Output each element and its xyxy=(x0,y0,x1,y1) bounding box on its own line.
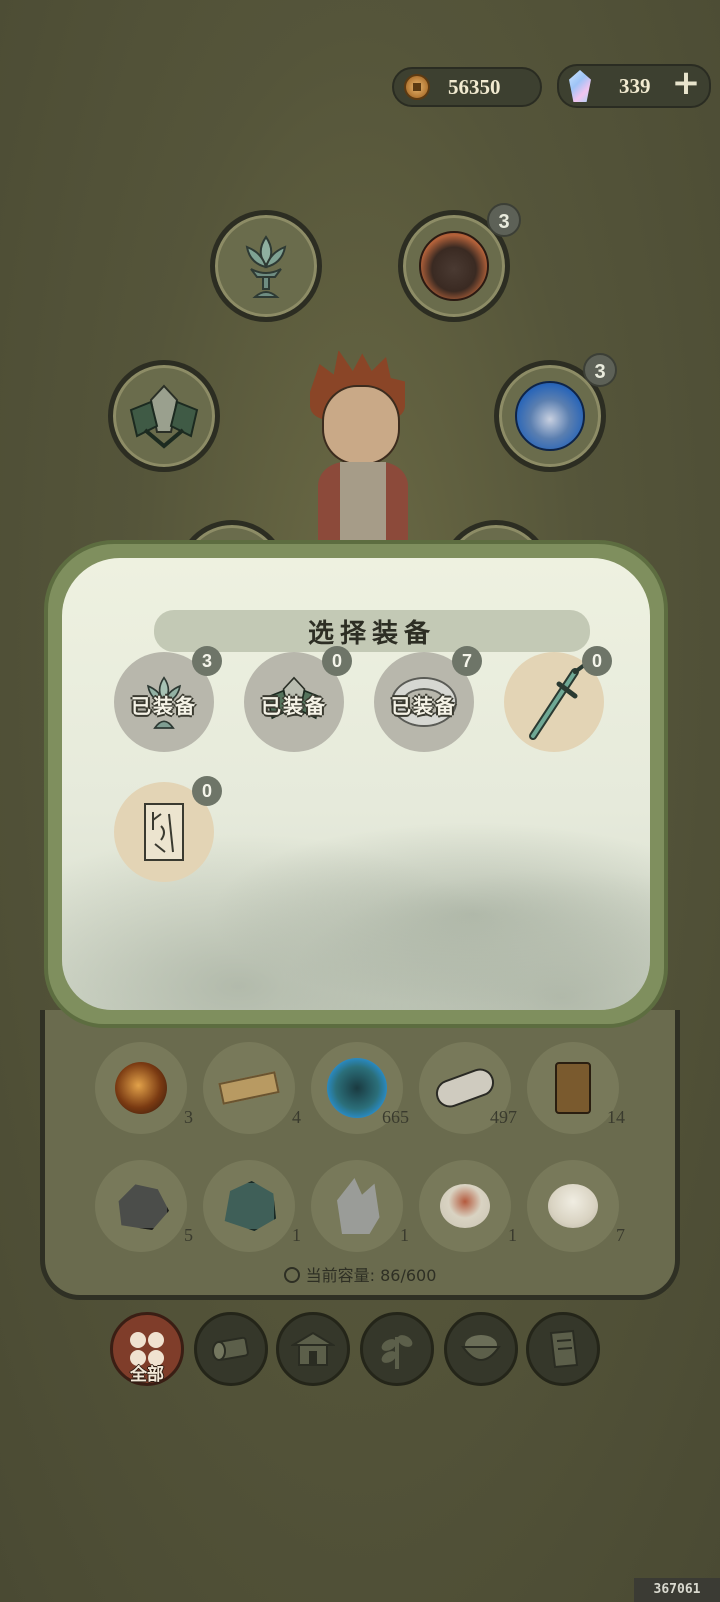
inventory-item[interactable]: 497 xyxy=(419,1042,517,1134)
gem-counter: 339 + xyxy=(557,64,711,108)
modal-body: 选择装备 已装备 3 已装备 0 已装备 7 0 0 xyxy=(62,558,650,1010)
slot-count-badge: 3 xyxy=(487,203,521,237)
item-count-badge: 7 xyxy=(452,646,482,676)
equipped-label: 已装备 xyxy=(391,694,457,718)
item-count: 3 xyxy=(184,1107,193,1127)
equip-slot-monster[interactable]: 3 xyxy=(398,203,521,322)
build-id: 367061 xyxy=(634,1578,720,1602)
item-count: 14 xyxy=(607,1107,625,1127)
slot-count-badge: 3 xyxy=(583,353,617,387)
equip-slot-lotus-lamp[interactable] xyxy=(210,210,322,322)
coin-icon xyxy=(404,74,430,100)
item-count-badge: 0 xyxy=(582,646,612,676)
item-count: 1 xyxy=(400,1225,409,1245)
crystal-ore-icon xyxy=(337,1178,380,1234)
tab-all[interactable]: 全部 xyxy=(110,1312,184,1386)
tab-buildings[interactable] xyxy=(276,1312,350,1386)
inventory-item[interactable]: 14 xyxy=(527,1042,625,1134)
wood-planks-icon xyxy=(218,1071,280,1105)
inventory-item[interactable]: 1 xyxy=(203,1160,301,1252)
item-count: 5 xyxy=(184,1225,193,1245)
meat-dumpling-icon xyxy=(440,1184,490,1228)
item-count: 1 xyxy=(292,1225,301,1245)
character-face xyxy=(322,385,400,465)
rice-dumpling-icon xyxy=(548,1184,598,1228)
jade-ore-icon xyxy=(224,1181,276,1231)
leaf-armor-icon xyxy=(129,384,199,449)
equipment-item-leaf-armor[interactable]: 已装备 0 xyxy=(244,646,352,752)
stone-bar-icon xyxy=(432,1064,498,1112)
gem-icon xyxy=(569,70,591,102)
item-count: 665 xyxy=(382,1107,409,1127)
coin-amount: 56350 xyxy=(448,74,501,99)
inventory-item[interactable]: 1 xyxy=(419,1160,517,1252)
inventory-item[interactable]: 7 xyxy=(527,1160,625,1252)
item-count: 1 xyxy=(508,1225,517,1245)
orb-icon xyxy=(115,1062,167,1114)
spirit-orb-icon xyxy=(327,1058,387,1118)
equipment-item-talisman[interactable]: 0 xyxy=(114,776,222,882)
inventory-item[interactable]: 665 xyxy=(311,1042,409,1134)
inventory-item[interactable]: 4 xyxy=(203,1042,301,1134)
blue-spirit-icon xyxy=(515,381,585,451)
log-icon xyxy=(212,1336,249,1361)
inventory-item[interactable]: 5 xyxy=(95,1160,193,1252)
tab-scrolls[interactable] xyxy=(526,1312,600,1386)
bag-icon xyxy=(283,1267,300,1283)
tab-all-label: 全部 xyxy=(130,1365,164,1385)
equipped-label: 已装备 xyxy=(261,694,327,718)
lotus-lamp-icon xyxy=(245,235,287,298)
scroll-icon xyxy=(549,1329,579,1369)
add-gems-button[interactable]: + xyxy=(669,66,703,101)
item-count: 4 xyxy=(292,1107,301,1127)
item-count: 497 xyxy=(490,1107,517,1127)
inventory-item[interactable]: 1 xyxy=(311,1160,409,1252)
equipment-item-lotus-lamp[interactable]: 已装备 3 xyxy=(114,646,222,752)
tab-herbs[interactable] xyxy=(360,1312,434,1386)
equip-slot-leaf-armor[interactable] xyxy=(108,360,220,472)
monster-portrait-icon xyxy=(419,231,489,301)
item-count-badge: 0 xyxy=(192,776,222,806)
gem-amount: 339 xyxy=(619,73,651,98)
inventory-item[interactable]: 3 xyxy=(95,1042,193,1134)
lantern-icon xyxy=(555,1062,591,1114)
herb-icon xyxy=(381,1335,413,1369)
jade-sword-icon xyxy=(529,664,585,740)
talisman-scroll-icon xyxy=(144,803,184,861)
capacity-text: 当前容量: 86/600 xyxy=(305,1266,437,1285)
equipped-label: 已装备 xyxy=(131,694,197,718)
house-icon xyxy=(291,1331,335,1366)
item-count-badge: 3 xyxy=(192,646,222,676)
item-count: 7 xyxy=(616,1225,625,1245)
inventory-panel: 3 4 665 497 14 5 1 1 1 7 xyxy=(40,1010,680,1300)
coin-counter: 56350 xyxy=(392,67,542,107)
modal-title: 选择装备 xyxy=(154,610,590,652)
equipment-item-silver-ring[interactable]: 已装备 7 xyxy=(374,646,482,752)
rice-bowl-icon xyxy=(461,1335,501,1361)
equipment-item-jade-sword[interactable]: 0 xyxy=(504,646,612,752)
select-equipment-modal: 选择装备 已装备 3 已装备 0 已装备 7 0 0 xyxy=(44,540,668,1028)
dark-ore-icon xyxy=(118,1184,169,1230)
tab-food[interactable] xyxy=(444,1312,518,1386)
character-body xyxy=(318,462,408,542)
tab-materials[interactable] xyxy=(194,1312,268,1386)
equip-slot-blue-spirit[interactable]: 3 xyxy=(494,353,617,472)
item-count-badge: 0 xyxy=(322,646,352,676)
capacity-indicator: 当前容量: 86/600 xyxy=(0,1262,720,1286)
